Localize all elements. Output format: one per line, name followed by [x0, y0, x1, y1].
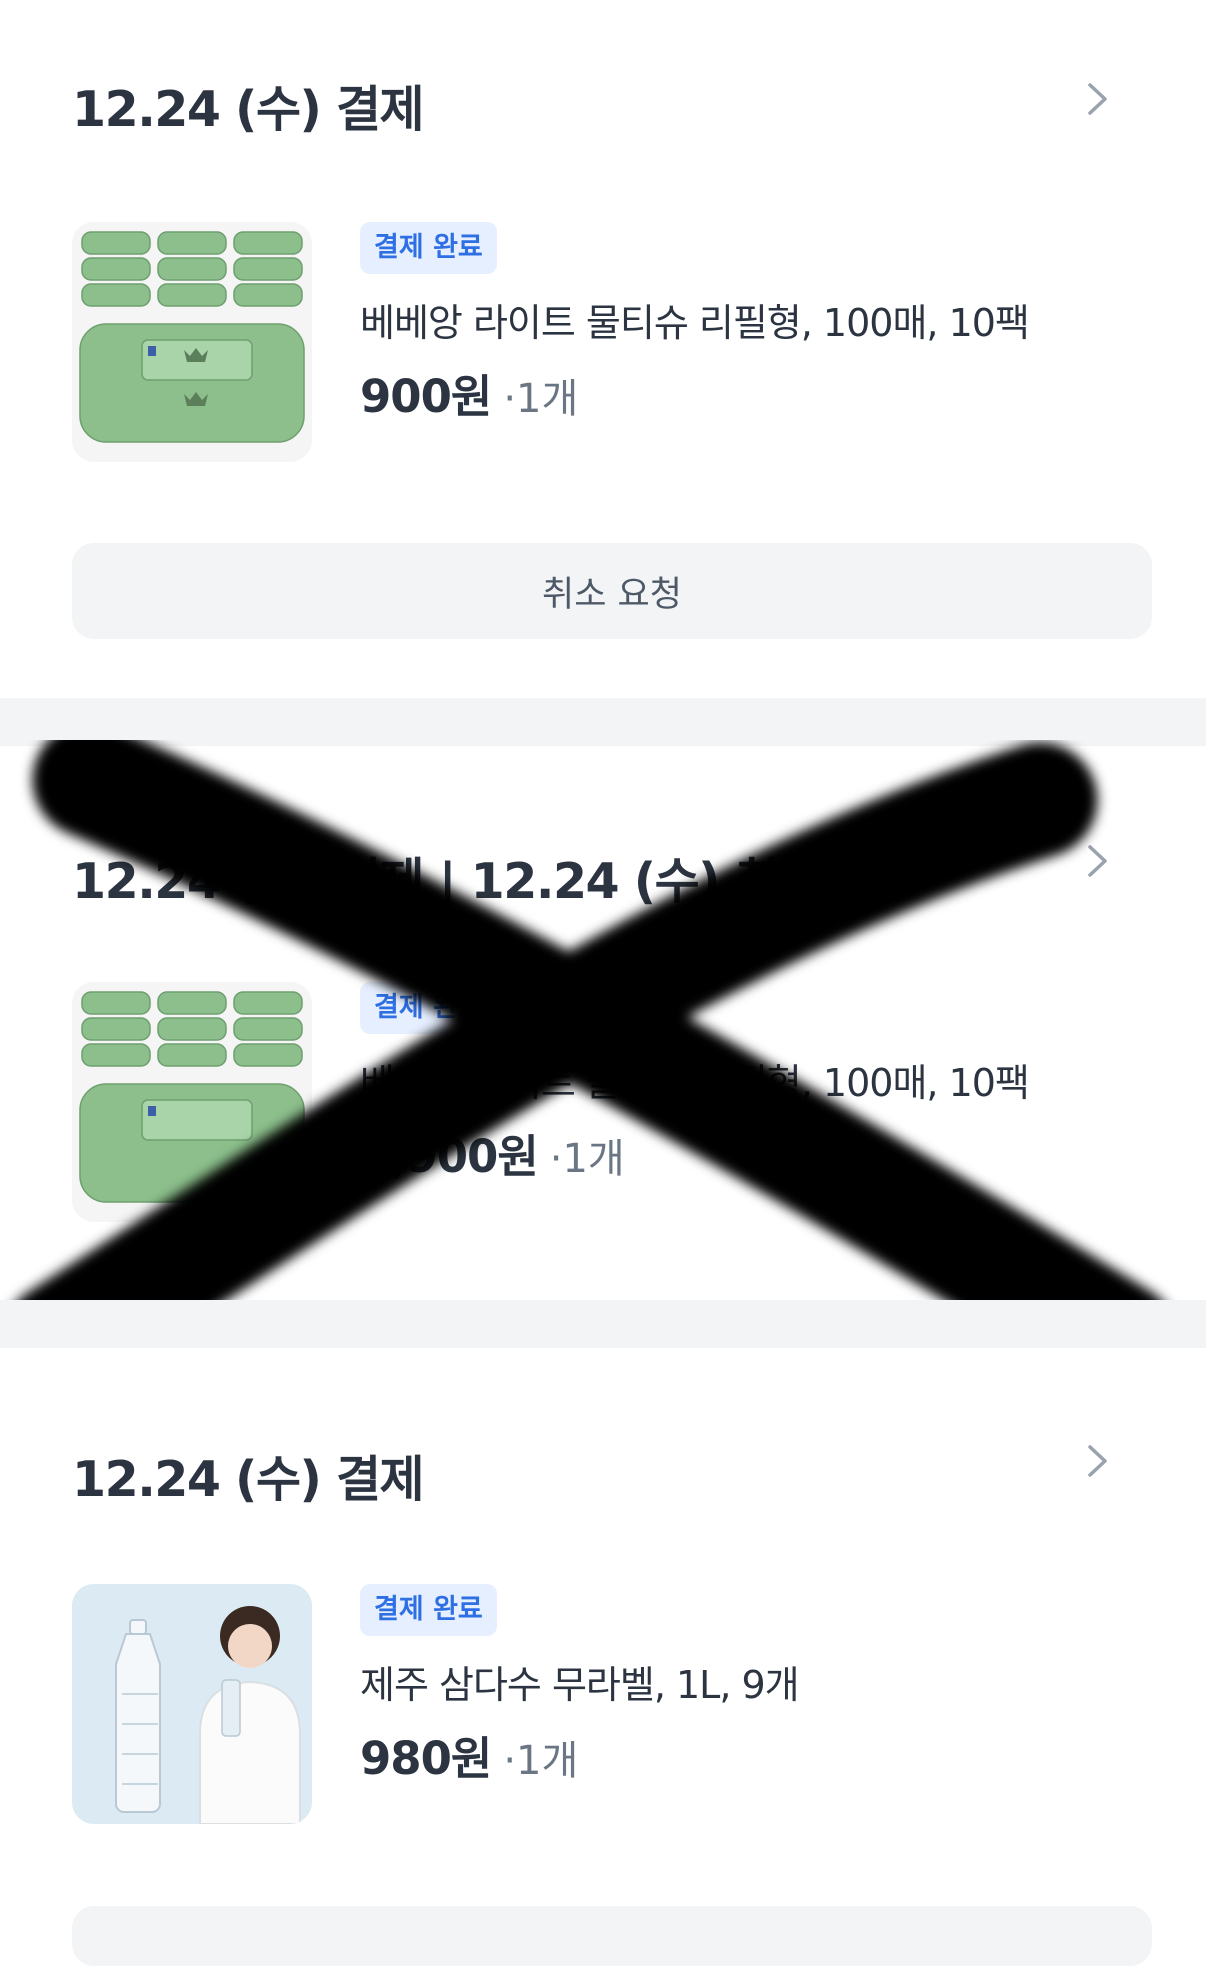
order-date-header: 12.24 (수) 결제 — [72, 81, 425, 138]
product-quantity: ·1개 — [549, 1136, 625, 1182]
product-name[interactable]: 베베앙 라이트 물티슈 리필형, 100매, 10팩 — [360, 292, 1030, 347]
price-line: 4,900원 ·1개 — [360, 1120, 625, 1185]
price-line: 980원 ·1개 — [360, 1722, 578, 1787]
product-price: 900원 — [360, 370, 492, 423]
order-date-header: 12.24 (수) 결제 — [72, 1451, 425, 1508]
order-card-2: 12.24 (수) 결제 | 12.24 (수) 취소 결제 완료 베베앙 라이… — [0, 746, 1206, 1300]
product-name[interactable]: 베베앙 라이트 물티슈 리필형, 100매, 10팩 — [360, 1052, 1030, 1107]
wet-wipes-icon — [72, 982, 312, 1222]
product-thumbnail[interactable] — [72, 222, 312, 462]
product-quantity: ·1개 — [503, 376, 579, 422]
order-card-1: 12.24 (수) 결제 결제 완료 베베앙 라이트 물티슈 리필형, 100매… — [0, 0, 1206, 698]
product-thumbnail[interactable] — [72, 982, 312, 1222]
product-name[interactable]: 제주 삼다수 무라벨, 1L, 9개 — [360, 1654, 800, 1709]
product-price: 980원 — [360, 1732, 492, 1785]
status-badge: 결제 완료 — [360, 222, 497, 274]
section-divider — [0, 698, 1206, 746]
wet-wipes-icon — [72, 222, 312, 462]
chevron-right-icon[interactable] — [1084, 82, 1112, 116]
price-line: 900원 ·1개 — [360, 360, 578, 425]
order-card-3: 12.24 (수) 결제 결제 완료 제주 삼다수 무라벨, 1L, 9개 98… — [0, 1348, 1206, 1966]
status-badge: 결제 완료 — [360, 982, 497, 1034]
water-bottle-icon — [72, 1584, 312, 1824]
cancel-request-button[interactable]: 취소 요청 — [72, 543, 1152, 639]
chevron-right-icon[interactable] — [1084, 844, 1112, 878]
order-date-header: 12.24 (수) 결제 | 12.24 (수) 취소 — [72, 853, 823, 910]
product-price: 4,900원 — [360, 1130, 539, 1183]
product-quantity: ·1개 — [503, 1738, 579, 1784]
action-button-partial[interactable] — [72, 1906, 1152, 1966]
product-thumbnail[interactable] — [72, 1584, 312, 1824]
chevron-right-icon[interactable] — [1084, 1444, 1112, 1478]
status-badge: 결제 완료 — [360, 1584, 497, 1636]
section-divider — [0, 1300, 1206, 1348]
